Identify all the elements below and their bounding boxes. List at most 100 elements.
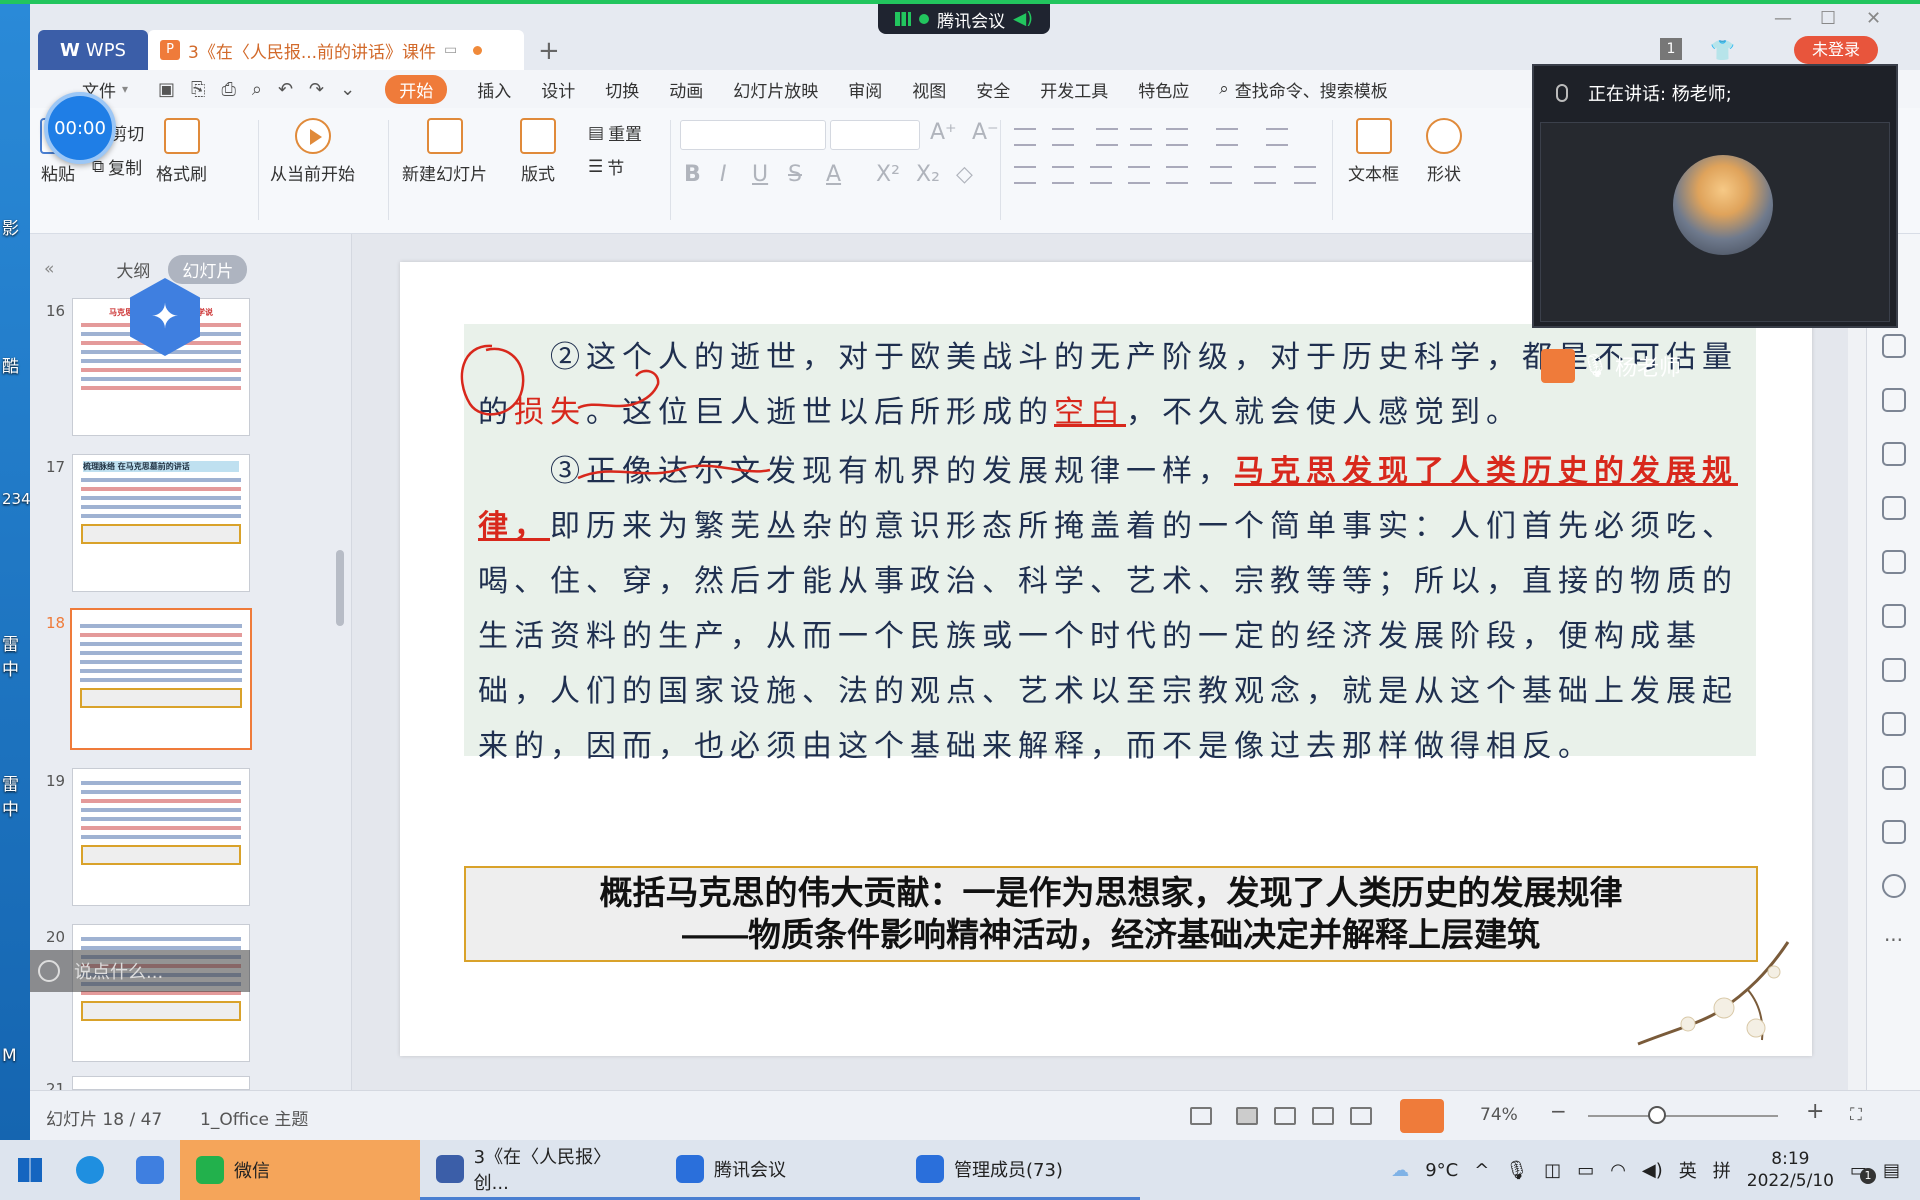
thumbnail-scrollbar[interactable] <box>336 550 344 626</box>
zoom-in-icon[interactable]: + <box>1806 1099 1824 1124</box>
taskbar-meeting-bird[interactable] <box>120 1140 180 1200</box>
video-tile[interactable]: 🎙 杨老师 <box>1540 122 1890 383</box>
zoom-value[interactable]: 74% <box>1480 1105 1518 1125</box>
start-button[interactable] <box>0 1140 60 1200</box>
volume-icon[interactable]: ◀) <box>1642 1160 1663 1181</box>
slide-thumbnail-19[interactable] <box>72 768 250 906</box>
play-from-current-button[interactable]: 从当前开始 <box>270 118 355 185</box>
more-icon[interactable]: ··· <box>1884 928 1903 952</box>
fill-icon[interactable] <box>1881 442 1906 466</box>
shape-style-icon[interactable] <box>1881 388 1906 412</box>
weather-temp[interactable]: 9°C <box>1425 1160 1458 1181</box>
print-icon[interactable]: ⎙ <box>221 79 235 100</box>
menu-item-developer[interactable]: 开发工具 <box>1040 77 1108 102</box>
desktop-icon-label[interactable]: 酷 <box>2 352 19 377</box>
maximize-icon[interactable]: ☐ <box>1820 8 1836 29</box>
desktop-icon-label[interactable]: 234 <box>2 490 31 508</box>
window-count-badge[interactable]: 1 <box>1660 38 1682 60</box>
ime-language[interactable]: 英 <box>1679 1157 1697 1183</box>
align-center-icon[interactable] <box>1052 166 1074 184</box>
paragraph-2[interactable]: ②这个人的逝世，对于欧美战斗的无产阶级，对于历史科学，都是不可估量的损失。这位巨… <box>478 330 1748 440</box>
taskbar-tencent-meeting[interactable]: 腾讯会议 <box>660 1140 900 1200</box>
font-size-select[interactable] <box>830 120 920 150</box>
menu-item-transitions[interactable]: 切换 <box>605 77 639 102</box>
strikethrough-icon[interactable]: S <box>788 162 802 187</box>
collapse-pane-icon[interactable]: « <box>44 259 54 279</box>
select-pane-icon[interactable] <box>1881 334 1906 358</box>
smartart-icon[interactable] <box>1294 166 1316 184</box>
columns-icon[interactable] <box>1266 128 1288 146</box>
new-slide-button[interactable]: 新建幻灯片 <box>402 118 487 185</box>
align-right-icon[interactable] <box>1090 166 1112 184</box>
desktop-icon-label[interactable]: 雷中 <box>2 630 30 680</box>
skin-icon[interactable]: 👕 <box>1710 38 1735 62</box>
menu-item-animations[interactable]: 动画 <box>669 77 703 102</box>
ime-mode[interactable]: 拼 <box>1713 1157 1731 1183</box>
wifi-icon[interactable]: ◠ <box>1610 1160 1626 1181</box>
paragraph-3[interactable]: ③正像达尔文发现有机界的发展规律一样，马克思发现了人类历史的发展规律，即历来为繁… <box>478 444 1748 774</box>
menu-item-security[interactable]: 安全 <box>976 77 1010 102</box>
menu-item-home[interactable]: 开始 <box>385 74 448 104</box>
zoom-slider-knob[interactable] <box>1648 1106 1666 1124</box>
align-left-icon[interactable] <box>1014 166 1036 184</box>
indent-icon[interactable] <box>1130 128 1152 146</box>
desktop-icon-label[interactable]: 影 <box>2 214 19 239</box>
shape-button[interactable]: 形状 <box>1426 118 1462 185</box>
text-direction-icon[interactable] <box>1166 128 1188 146</box>
outdent-icon[interactable] <box>1096 128 1118 146</box>
meeting-status-pill[interactable]: 腾讯会议 ◀) <box>878 4 1050 34</box>
export-icon[interactable]: ⎘ <box>191 79 205 100</box>
menu-item-slideshow[interactable]: 幻灯片放映 <box>733 77 818 102</box>
reading-view-icon[interactable] <box>1312 1107 1334 1125</box>
clock[interactable]: 8:19 2022/5/10 <box>1747 1148 1834 1192</box>
bold-icon[interactable]: B <box>684 162 701 187</box>
clear-format-icon[interactable]: ◇ <box>956 162 973 187</box>
chat-input[interactable]: 说点什么... <box>30 950 250 992</box>
italic-icon[interactable]: I <box>720 162 727 187</box>
menu-item-insert[interactable]: 插入 <box>477 77 511 102</box>
subscript-icon[interactable]: X₂ <box>916 162 940 187</box>
minimize-icon[interactable]: — <box>1774 8 1792 29</box>
font-color-icon[interactable]: A <box>826 162 841 187</box>
shield-icon[interactable] <box>1881 766 1906 790</box>
desktop-icon-label[interactable]: 雷中 <box>2 770 30 820</box>
tab-slides[interactable]: 幻灯片 <box>168 254 248 284</box>
align-text-icon[interactable] <box>1254 166 1276 184</box>
slide-sorter-icon[interactable] <box>1274 1107 1296 1125</box>
slide-thumbnail-18[interactable] <box>70 608 252 750</box>
slide-thumbnail-20[interactable] <box>72 924 250 1062</box>
new-tab-button[interactable]: + <box>538 36 560 66</box>
menu-item-design[interactable]: 设计 <box>541 77 575 102</box>
font-family-select[interactable] <box>680 120 826 150</box>
login-button[interactable]: 未登录 <box>1794 36 1878 64</box>
desktop-icon-label[interactable]: M <box>2 1046 17 1066</box>
fit-window-icon[interactable]: ⛶ <box>1850 1105 1862 1125</box>
slide-text-panel[interactable]: ②这个人的逝世，对于欧美战斗的无产阶级，对于历史科学，都是不可估量的损失。这位巨… <box>460 324 1756 764</box>
notes-icon[interactable] <box>1190 1107 1212 1125</box>
history-icon[interactable] <box>1881 820 1906 844</box>
layout-button[interactable]: 版式 <box>520 118 556 185</box>
numbering-icon[interactable] <box>1052 128 1074 146</box>
zoom-out-icon[interactable]: − <box>1550 1099 1567 1123</box>
canvas-scrollbar[interactable] <box>1848 234 1866 1090</box>
save-icon[interactable]: ▣ <box>158 79 175 100</box>
menu-item-features[interactable]: 特色应 <box>1138 77 1189 102</box>
camera-icon[interactable] <box>1350 1107 1372 1125</box>
taskbar-wechat[interactable]: 微信 <box>180 1140 420 1200</box>
taskbar-edge[interactable] <box>60 1140 120 1200</box>
underline-icon[interactable]: U <box>752 162 768 187</box>
grow-font-icon[interactable]: A⁺ <box>930 120 957 145</box>
taskbar-manage-members[interactable]: 管理成员(73) <box>900 1140 1140 1200</box>
section-button[interactable]: ☰ 节 <box>588 154 624 180</box>
slideshow-play-button[interactable] <box>1400 1099 1444 1133</box>
print-preview-icon[interactable]: ⌕ <box>252 79 262 100</box>
paragraph-spacing-icon[interactable] <box>1210 166 1232 184</box>
close-icon[interactable]: ✕ <box>1866 8 1881 29</box>
notification-icon[interactable]: ▭ 1 <box>1850 1160 1876 1184</box>
battery-icon[interactable]: ▭ <box>1577 1160 1594 1181</box>
meeting-timer[interactable]: 00:00 <box>44 92 116 164</box>
emoji-icon[interactable] <box>38 960 60 982</box>
image-icon[interactable] <box>1881 550 1906 574</box>
slide-thumbnail-21[interactable] <box>72 1076 250 1090</box>
menu-item-view[interactable]: 视图 <box>912 77 946 102</box>
